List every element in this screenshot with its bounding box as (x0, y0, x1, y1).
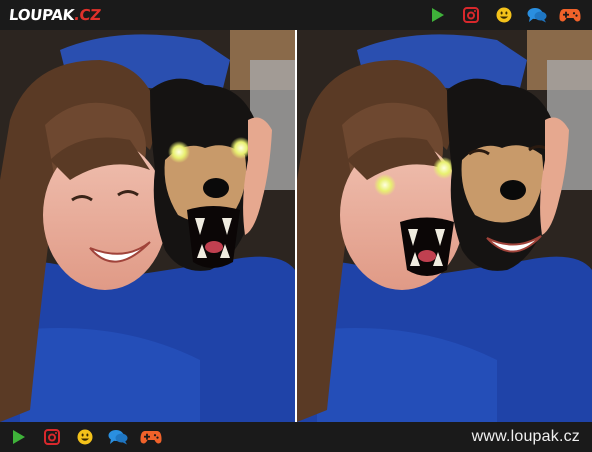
top-icon-nav (416, 5, 581, 25)
logo-cz-text: CZ (78, 6, 102, 24)
logo-main-text: LOUPAK (8, 6, 75, 24)
play-icon[interactable] (8, 427, 30, 447)
smiley-icon[interactable] (74, 427, 96, 447)
bottom-icon-nav (8, 427, 173, 447)
meme-image (0, 30, 592, 422)
instagram-icon[interactable] (460, 5, 482, 25)
play-icon[interactable] (427, 5, 449, 25)
right-photo-panel (297, 30, 592, 422)
chat-icon[interactable] (526, 5, 548, 25)
bottom-bar: www.loupak.cz (0, 422, 592, 452)
instagram-icon[interactable] (41, 427, 63, 447)
left-photo-panel (0, 30, 295, 422)
top-bar: LOUPAK.CZ (0, 0, 592, 30)
smiley-icon[interactable] (493, 5, 515, 25)
site-url[interactable]: www.loupak.cz (472, 428, 580, 448)
chat-icon[interactable] (107, 427, 129, 447)
gamepad-icon[interactable] (140, 427, 162, 447)
site-logo[interactable]: LOUPAK.CZ (8, 5, 102, 25)
gamepad-icon[interactable] (559, 5, 581, 25)
